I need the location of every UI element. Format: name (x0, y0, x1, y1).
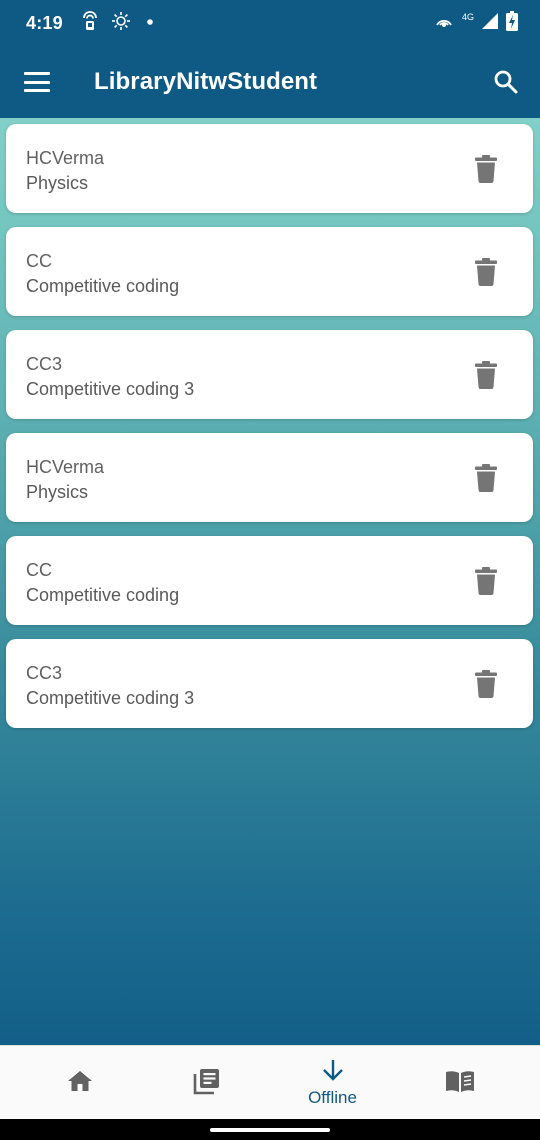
arrow-down-icon (321, 1059, 345, 1086)
app-title: LibraryNitwStudent (94, 68, 318, 95)
book-list: HCVerma Physics CC Competitive coding CC… (0, 118, 540, 1045)
nav-book[interactable] (392, 1046, 527, 1120)
book-title: HCVerma (26, 457, 105, 477)
battery-charging-icon (506, 10, 518, 36)
book-card[interactable]: HCVerma Physics (6, 124, 533, 213)
search-icon[interactable] (492, 68, 520, 96)
book-subject: Physics (26, 173, 89, 193)
home-icon (67, 1069, 93, 1098)
book-title: CC3 (26, 354, 63, 374)
library-books-icon (193, 1067, 221, 1100)
delete-icon[interactable] (475, 258, 497, 286)
book-card[interactable]: HCVerma Physics (6, 433, 533, 522)
signal-icon (482, 12, 498, 34)
status-time: 4:19 (26, 12, 63, 33)
system-navigation-bar (0, 1119, 540, 1140)
nav-library[interactable] (139, 1046, 274, 1120)
book-icon (444, 1069, 476, 1098)
book-title: CC (26, 560, 52, 580)
book-title: CC (26, 251, 52, 271)
wifi-calling-icon (434, 12, 454, 35)
nav-offline[interactable]: Offline (265, 1046, 400, 1120)
network-type-label: 4G (461, 12, 474, 22)
book-card[interactable]: CC3 Competitive coding 3 (6, 639, 533, 728)
nav-home[interactable] (12, 1046, 147, 1120)
menu-icon[interactable] (24, 72, 50, 92)
book-subject: Competitive coding 3 (26, 379, 195, 399)
book-card[interactable]: CC3 Competitive coding 3 (6, 330, 533, 419)
book-subject: Physics (26, 482, 89, 502)
book-title: CC3 (26, 663, 63, 683)
book-card[interactable]: CC Competitive coding (6, 536, 533, 625)
status-bar: 4:19 4G (0, 0, 540, 46)
delete-icon[interactable] (475, 361, 497, 389)
brightness-icon (111, 11, 131, 36)
hotspot-icon (82, 10, 97, 36)
app-bar: LibraryNitwStudent (0, 46, 540, 118)
book-subject: Competitive coding (26, 276, 180, 296)
book-subject: Competitive coding (26, 585, 180, 605)
delete-icon[interactable] (475, 464, 497, 492)
bottom-navigation: Offline (0, 1045, 540, 1119)
delete-icon[interactable] (475, 670, 497, 698)
book-subject: Competitive coding 3 (26, 688, 195, 708)
book-title: HCVerma (26, 148, 105, 168)
book-card[interactable]: CC Competitive coding (6, 227, 533, 316)
delete-icon[interactable] (475, 567, 497, 595)
delete-icon[interactable] (475, 155, 497, 183)
home-gesture-pill[interactable] (210, 1128, 330, 1132)
nav-offline-label: Offline (308, 1087, 357, 1107)
notification-dot-icon (145, 14, 155, 32)
